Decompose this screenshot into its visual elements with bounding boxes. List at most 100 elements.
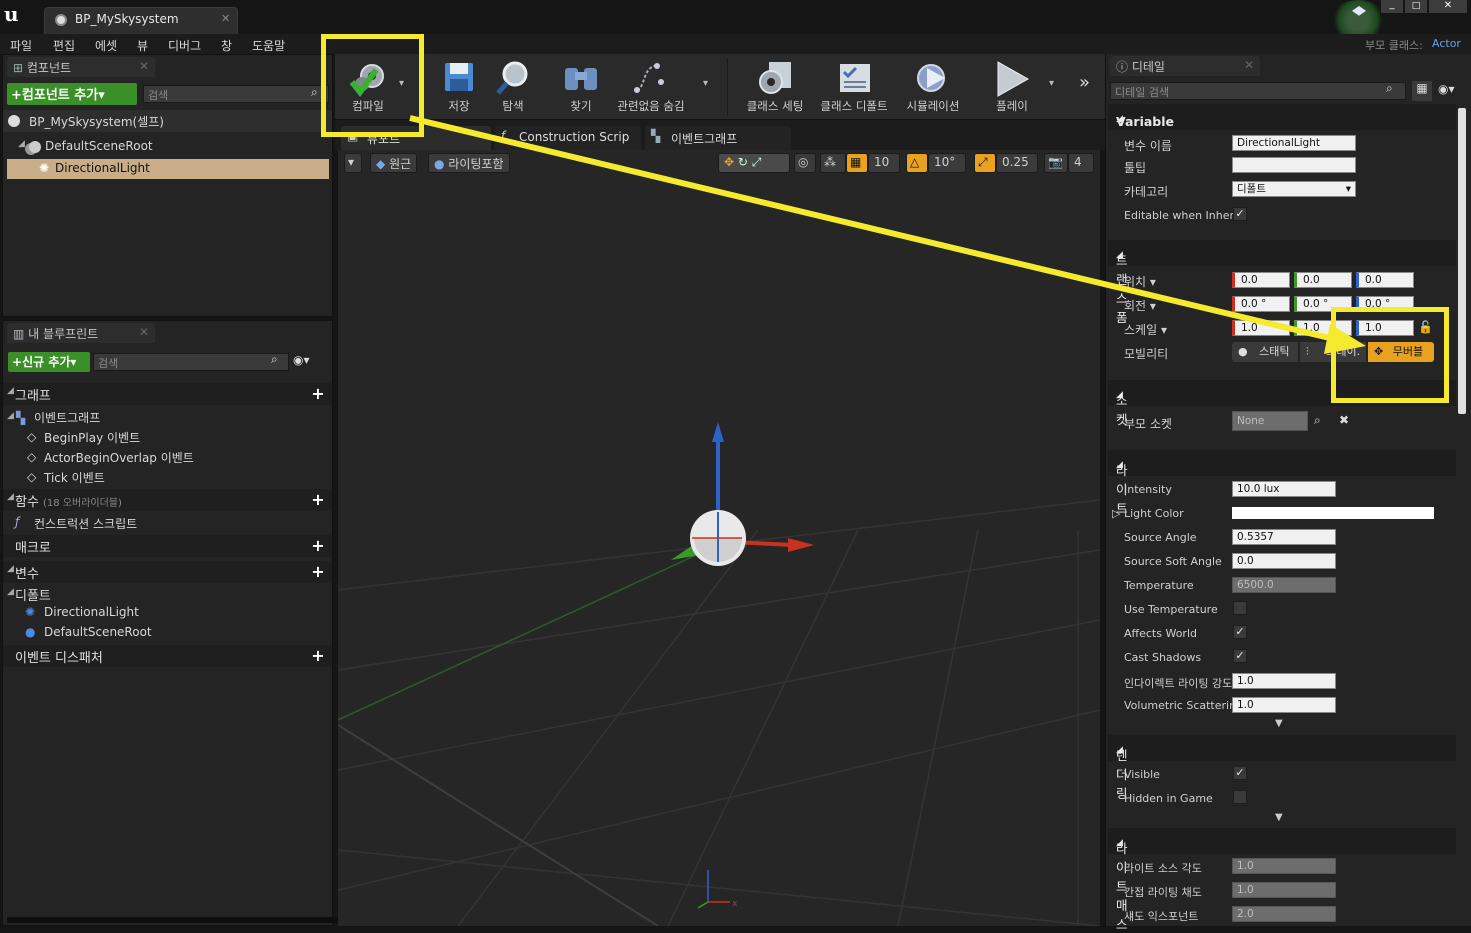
section-graphs[interactable]: ◢ 그래프 + [3, 383, 332, 405]
grid-snap-value[interactable]: 10 [868, 153, 900, 173]
tree-item-var-default-scene-root[interactable]: DefaultSceneRoot [44, 625, 152, 639]
add-new-button[interactable]: +신규 추가▾ [8, 352, 90, 372]
close-tab-icon[interactable]: ✕ [139, 325, 149, 339]
coordinate-space-button[interactable]: ◎ [794, 153, 816, 173]
volumetric-scattering-input[interactable]: 1.0 [1232, 697, 1336, 713]
rotate-icon[interactable]: ↻ [738, 155, 748, 169]
browse-button[interactable]: 탐색 [485, 54, 541, 120]
menu-view[interactable]: 뷰 [137, 37, 148, 54]
components-tab[interactable]: ⊞ 컴포넌트 ✕ [7, 57, 155, 77]
affects-world-checkbox[interactable]: ✓ [1233, 625, 1247, 639]
transform-tools-group[interactable]: ✥ ↻ ⤢ [718, 153, 790, 173]
tree-item-directional-light[interactable]: ✺ DirectionalLight [7, 159, 329, 179]
category-dropdown[interactable]: 디폴트 ▾ [1232, 181, 1356, 197]
hide-unrelated-chevron-icon[interactable]: ▾ [703, 78, 708, 89]
minimize-button[interactable]: _ [1381, 0, 1403, 13]
menu-debug[interactable]: 디버그 [168, 37, 201, 54]
close-window-button[interactable]: ✕ [1429, 0, 1467, 13]
section-variable[interactable]: ◢ Variable [1108, 104, 1456, 130]
tree-expand-icon[interactable]: ◢ [18, 139, 25, 149]
hide-unrelated-button[interactable]: 관련없음 숨김 [615, 54, 687, 120]
rotation-label[interactable]: 회전 ▾ [1124, 297, 1156, 314]
section-light[interactable]: ◢ 라이트 [1108, 450, 1456, 516]
var-name-input[interactable]: DirectionalLight [1232, 135, 1356, 151]
tab-construction-script[interactable]: ƒ Construction Scrip [495, 126, 641, 150]
scale-x-input[interactable]: 1.0 [1232, 320, 1290, 336]
rotation-x-input[interactable]: 0.0 ° [1232, 296, 1290, 312]
rotation-snap-toggle[interactable]: △ [906, 153, 928, 173]
tree-item-default-category[interactable]: 디폴트 [15, 585, 51, 604]
camera-speed-icon[interactable]: 📷 [1044, 153, 1068, 173]
toolbar-overflow-icon[interactable]: » [1079, 72, 1090, 93]
section-event-dispatchers[interactable]: 이벤트 디스패처 + [3, 645, 332, 667]
visibility-eye-icon[interactable]: ◉▾ [293, 353, 310, 367]
save-button[interactable]: 저장 [431, 54, 487, 120]
perspective-dropdown[interactable]: ◆ 원근 [370, 153, 418, 173]
lm-indirect-saturation-input[interactable]: 1.0 [1232, 882, 1336, 898]
translate-icon[interactable]: ✥ [724, 155, 734, 169]
menu-edit[interactable]: 편집 [53, 37, 75, 54]
my-blueprint-tab[interactable]: ▥ 내 블루프린트 ✕ [7, 323, 155, 343]
source-angle-input[interactable]: 0.5357 [1232, 529, 1336, 545]
myblueprint-search-input[interactable]: 검색 [93, 353, 289, 371]
details-search-input[interactable]: 디테일 검색 [1110, 82, 1406, 100]
details-scrollbar[interactable] [1458, 108, 1466, 414]
components-search-input[interactable]: 검색 [143, 85, 329, 103]
add-dispatcher-icon[interactable]: + [311, 648, 325, 664]
section-variables[interactable]: ◢ 변수 + [3, 561, 332, 583]
parent-class-value[interactable]: Actor [1432, 37, 1461, 50]
class-defaults-button[interactable]: 클래스 디폴트 [815, 54, 893, 120]
section-transform[interactable]: ◢ 트랜스폼 [1108, 240, 1456, 325]
add-component-button[interactable]: +컴포넌트 추가▾ [7, 83, 137, 105]
close-tab-icon[interactable]: ✕ [139, 59, 149, 73]
location-y-input[interactable]: 0.0 [1294, 272, 1352, 288]
location-z-input[interactable]: 0.0 [1356, 272, 1414, 288]
visible-checkbox[interactable]: ✓ [1233, 766, 1247, 780]
tree-item-construction-script[interactable]: 컨스트럭션 스크립트 [34, 515, 137, 532]
surface-snapping-button[interactable]: ⁂ [820, 153, 846, 173]
play-button[interactable]: 플레이 [979, 54, 1045, 120]
rotation-snap-value[interactable]: 10° [928, 153, 966, 173]
unreal-logo-icon[interactable]: u [4, 2, 26, 26]
location-x-input[interactable]: 0.0 [1232, 272, 1290, 288]
scale-snap-toggle[interactable]: ⤢ [974, 153, 996, 173]
menu-file[interactable]: 파일 [10, 37, 32, 54]
section-rendering[interactable]: ◢ 렌더링 [1108, 735, 1456, 801]
add-variable-icon[interactable]: + [311, 564, 325, 580]
tab-event-graph[interactable]: ▚ 이벤트그래프 [645, 126, 791, 150]
section-macros[interactable]: 매크로 + [3, 535, 332, 557]
class-settings-button[interactable]: 클래스 세팅 [739, 54, 811, 120]
tree-expand-icon[interactable]: ◢ [7, 587, 14, 597]
menu-help[interactable]: 도움말 [252, 37, 285, 54]
lm-shadow-exponent-input[interactable]: 2.0 [1232, 906, 1336, 922]
section-functions[interactable]: ◢ 함수 (18 오버라이더블) + [3, 489, 332, 511]
property-matrix-icon[interactable]: ▦ [1412, 81, 1432, 101]
scale-snap-value[interactable]: 0.25 [996, 153, 1038, 173]
maximize-button[interactable]: □ [1405, 0, 1427, 13]
expand-advanced-icon[interactable]: ▼ [1275, 718, 1283, 729]
menu-asset[interactable]: 에셋 [95, 37, 117, 54]
document-tab[interactable]: BP_MySkysystem ✕ [44, 7, 238, 34]
source-soft-angle-input[interactable]: 0.0 [1232, 553, 1336, 569]
parent-socket-field[interactable]: None [1232, 411, 1308, 431]
details-tab[interactable]: ⓘ 디테일 ✕ [1110, 56, 1260, 76]
light-color-label[interactable]: ▷ Light Color [1112, 507, 1184, 520]
use-temperature-checkbox[interactable]: ✓ [1233, 601, 1247, 615]
tree-item-var-directional-light[interactable]: DirectionalLight [44, 605, 139, 619]
temperature-input[interactable]: 6500.0 [1232, 577, 1336, 593]
self-row[interactable]: BP_MySkysystem(셀프) [3, 110, 332, 132]
cast-shadows-checkbox[interactable]: ✓ [1233, 649, 1247, 663]
camera-speed-value[interactable]: 4 [1068, 153, 1094, 173]
search-icon[interactable]: ⌕ [1314, 413, 1321, 428]
grid-snap-toggle[interactable]: ▦ [846, 153, 868, 173]
find-button[interactable]: 찾기 [551, 54, 611, 120]
intensity-input[interactable]: 10.0 lux [1232, 481, 1336, 497]
light-color-swatch[interactable] [1232, 507, 1434, 519]
close-tab-icon[interactable]: ✕ [221, 12, 230, 25]
section-lightmass[interactable]: ◢ 라이트매스 [1108, 828, 1456, 932]
mobility-static-button[interactable]: ● 스태틱 [1232, 342, 1298, 362]
editable-inherit-checkbox[interactable]: ✓ [1233, 207, 1247, 221]
add-graph-icon[interactable]: + [311, 386, 325, 402]
tree-item-actor-begin-overlap[interactable]: ActorBeginOverlap 이벤트 [44, 449, 194, 466]
tree-item-default-scene-root[interactable]: DefaultSceneRoot [45, 139, 153, 153]
